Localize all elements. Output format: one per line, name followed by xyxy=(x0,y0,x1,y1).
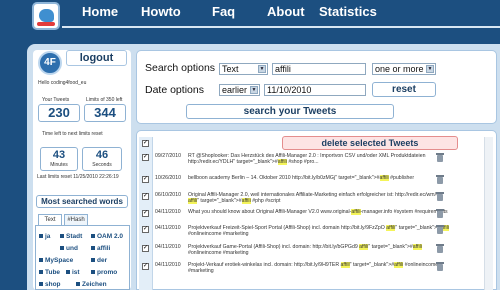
search-highlight: affili xyxy=(188,198,198,205)
tag-word[interactable]: Tube xyxy=(39,269,60,276)
tweet-text: What you should know about Original Affi… xyxy=(188,209,448,215)
hello-text: Hello coding4food_eu xyxy=(38,80,87,86)
nav-faq[interactable]: Faq xyxy=(212,4,235,19)
tweet-date: 09/27/2010 xyxy=(155,153,181,159)
tag-word[interactable]: MySpace xyxy=(39,257,73,264)
tab-text[interactable]: Text xyxy=(38,214,62,225)
tag-cloud: ja Stadt OAM 2.0 und affili MySpace der … xyxy=(35,225,130,290)
nav-divider xyxy=(62,26,500,28)
trash-icon[interactable] xyxy=(436,209,444,218)
trash-icon[interactable] xyxy=(436,244,444,253)
search-highlight: affili xyxy=(386,225,396,231)
select-all-checkbox[interactable]: ✓ xyxy=(142,140,149,147)
chevron-down-icon: ▼ xyxy=(250,86,258,94)
site-logo[interactable] xyxy=(32,2,60,30)
time-left-label: Time left to next limits reset xyxy=(42,131,103,137)
search-query-input[interactable]: affili xyxy=(272,63,366,75)
bird-icon xyxy=(39,9,54,22)
nav-about[interactable]: About xyxy=(267,4,305,19)
logout-button[interactable]: logout xyxy=(66,50,127,66)
date-mode-value: earlier xyxy=(222,85,248,95)
match-mode-value: one or more xyxy=(375,64,424,74)
search-highlight: affili xyxy=(394,262,404,268)
trash-icon[interactable] xyxy=(436,192,444,201)
top-navigation: Home Howto Faq About Statistics xyxy=(0,0,500,40)
tag-word[interactable]: promo xyxy=(91,269,117,276)
tag-word[interactable]: Stadt xyxy=(60,233,82,240)
tweet-checkbox[interactable]: ✓ xyxy=(142,226,149,233)
tweet-date: 04/11/2010 xyxy=(155,225,181,231)
search-type-select[interactable]: Text ▼ xyxy=(219,63,268,75)
minutes-value: 43 xyxy=(52,149,66,161)
search-highlight: affili xyxy=(340,262,350,268)
date-options-label: Date options xyxy=(145,84,204,96)
tweet-checkbox[interactable]: ✓ xyxy=(142,210,149,217)
search-tweets-button[interactable]: search your Tweets xyxy=(186,104,394,119)
search-highlight: affili xyxy=(359,244,369,250)
tag-word[interactable]: affili xyxy=(91,245,110,252)
limits-label: Limits of 350 left xyxy=(86,97,123,103)
tweet-checkbox[interactable]: ✓ xyxy=(142,193,149,200)
tweet-text: Projektverkauf Game-Portal (Affili-Shop)… xyxy=(188,244,422,257)
tweet-text: Projekt-Verkauf erotiek-winkelas incl. d… xyxy=(188,262,439,275)
minutes-label: Minutes xyxy=(50,162,68,168)
tweet-text: bellboon academy Berlin – 14. Oktober 20… xyxy=(188,175,415,181)
nav-statistics[interactable]: Statistics xyxy=(319,4,377,19)
search-highlight: affili xyxy=(351,209,361,215)
tab-hash[interactable]: #Hash xyxy=(64,214,88,225)
trash-icon[interactable] xyxy=(436,225,444,234)
search-highlight: affili xyxy=(412,244,422,250)
tweet-text: Projektverkauf Freizeit-Spiel-Sport Port… xyxy=(188,225,450,238)
seconds-label: Seconds xyxy=(92,162,112,168)
tweet-date: 04/11/2010 xyxy=(155,209,181,215)
trash-icon[interactable] xyxy=(436,175,444,184)
last-reset-text: Last limits reset 11/25/2010 22:26:19 xyxy=(37,174,119,180)
tag-word[interactable]: Zeichen xyxy=(76,281,107,288)
your-tweets-count: 230 xyxy=(38,104,80,122)
tweet-text: RT @Shoplooker: Das Herzstück des Affili… xyxy=(188,153,426,166)
tweet-checkbox[interactable]: ✓ xyxy=(142,245,149,252)
date-input[interactable]: 11/10/2010 xyxy=(264,84,366,96)
nav-home[interactable]: Home xyxy=(82,4,118,19)
tag-word[interactable]: ist xyxy=(66,269,80,276)
tweet-date: 10/26/2010 xyxy=(155,175,181,181)
tag-word[interactable]: und xyxy=(60,245,78,252)
reset-button[interactable]: reset xyxy=(372,82,436,97)
tweet-text: Original Affili-Manager 2.0, weil intern… xyxy=(188,192,441,205)
logo-ribbon xyxy=(37,22,55,26)
trash-icon[interactable] xyxy=(436,153,444,162)
search-type-value: Text xyxy=(222,64,239,74)
tweet-checkbox[interactable]: ✓ xyxy=(142,154,149,161)
user-avatar: 4F xyxy=(38,51,62,75)
your-tweets-label: Your Tweets xyxy=(42,97,70,103)
match-mode-select[interactable]: one or more ▼ xyxy=(372,63,436,75)
tweet-date: 04/11/2010 xyxy=(155,244,181,250)
date-mode-select[interactable]: earlier ▼ xyxy=(219,84,260,96)
limits-left-count: 344 xyxy=(84,104,126,122)
chevron-down-icon: ▼ xyxy=(258,65,266,73)
chevron-down-icon: ▼ xyxy=(426,65,434,73)
tag-word[interactable]: ja xyxy=(39,233,50,240)
search-options-label: Search options xyxy=(145,62,216,74)
minutes-box: 43 Minutes xyxy=(40,147,78,171)
search-highlight: affili xyxy=(379,175,389,181)
tweet-date: 06/10/2010 xyxy=(155,192,181,198)
results-scrollbar[interactable] xyxy=(484,137,493,290)
seconds-box: 46 Seconds xyxy=(82,147,122,171)
most-searched-title: Most searched words xyxy=(36,195,128,208)
tag-word[interactable]: der xyxy=(91,257,107,264)
tweet-checkbox[interactable]: ✓ xyxy=(142,176,149,183)
trash-icon[interactable] xyxy=(436,262,444,271)
tweet-date: 04/11/2010 xyxy=(155,262,181,268)
tag-word[interactable]: OAM 2.0 xyxy=(91,233,123,240)
delete-selected-button[interactable]: delete selected Tweets xyxy=(282,136,458,150)
tag-word[interactable]: shop xyxy=(39,281,61,288)
search-highlight: affili xyxy=(277,159,287,166)
search-highlight: affili xyxy=(241,198,251,205)
tweet-checkbox[interactable]: ✓ xyxy=(142,263,149,270)
seconds-value: 46 xyxy=(95,149,109,161)
nav-howto[interactable]: Howto xyxy=(141,4,181,19)
